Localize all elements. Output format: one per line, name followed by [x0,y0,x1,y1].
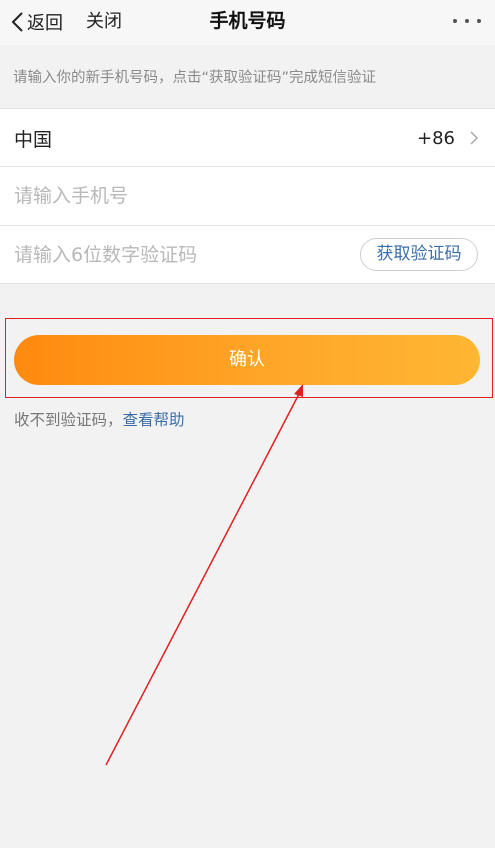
chevron-left-icon [11,12,23,32]
help-prefix: 收不到验证码， [14,411,123,429]
back-button[interactable]: 返回 [10,7,63,37]
chevron-right-icon [470,131,479,145]
dot [477,19,481,23]
phone-input[interactable] [14,177,474,215]
phone-form: 中国 +86 获取验证码 [0,108,495,284]
nav-bar: 返回 关闭 手机号码 [0,0,495,45]
page-title: 手机号码 [209,10,286,32]
phone-row [0,167,495,225]
confirm-button[interactable]: 确认 [14,335,480,385]
country-code: +86 [417,127,455,149]
phone-number-page: 返回 关闭 手机号码 请输入你的新手机号码，点击“获取验证码”完成短信验证 中国… [0,0,495,848]
back-label: 返回 [27,13,63,34]
dot [465,19,469,23]
country-selector[interactable]: 中国 +86 [0,109,495,167]
country-label: 中国 [14,128,53,151]
close-button[interactable]: 关闭 [86,7,122,37]
more-options-icon[interactable] [453,16,481,26]
get-code-button[interactable]: 获取验证码 [360,238,478,271]
code-row: 获取验证码 [0,226,495,284]
dot [453,19,457,23]
instruction-text: 请输入你的新手机号码，点击“获取验证码”完成短信验证 [13,70,377,86]
view-help-link[interactable]: 查看帮助 [123,411,185,429]
verification-code-input[interactable] [14,236,344,274]
help-line: 收不到验证码，查看帮助 [14,408,185,430]
